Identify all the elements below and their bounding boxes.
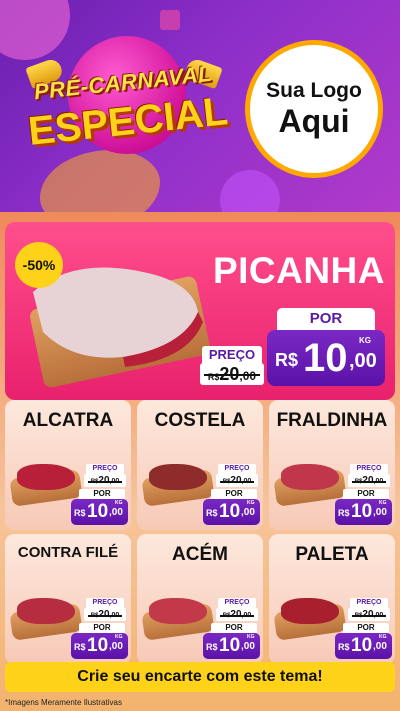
preco-label: PREÇO [86, 598, 124, 608]
price-currency: R$ [338, 508, 350, 518]
strikethrough-line [220, 480, 254, 483]
preco-label: PREÇO [218, 598, 256, 608]
product-name: CONTRA FILÉ [17, 544, 119, 561]
price-currency: R$ [74, 642, 86, 652]
price-decimals: ,00 [373, 507, 387, 518]
product-price: R$ 10,00 KG [71, 633, 128, 659]
offers-area: -50% PICANHA POR R$ 10 ,00 KG PREÇO R$20… [0, 212, 400, 711]
streamer-decoration [160, 10, 180, 30]
featured-price: R$ 10 ,00 KG [267, 330, 385, 386]
price-unit: KG [379, 634, 387, 640]
old-price: R$20,00 [200, 363, 264, 385]
strikethrough-line [88, 614, 122, 617]
price-unit: KG [379, 500, 387, 506]
price-decimals: ,00 [373, 641, 387, 652]
disclaimer-text: *Imagens Meramente Ilustrativas [5, 698, 122, 707]
product-card: ALCATRAPREÇOR$20,00PORR$10,00KG [5, 400, 131, 530]
old-price: R$20,00 [348, 608, 390, 621]
product-price: R$ 10,00 KG [203, 499, 260, 525]
strikethrough-line [220, 614, 254, 617]
product-name: ACÉM [172, 544, 228, 565]
price-integer: 10 [351, 635, 373, 656]
por-label: POR [343, 623, 389, 633]
price-currency: R$ [74, 508, 86, 518]
old-price: R$20,00 [216, 608, 258, 621]
strikethrough-line [88, 480, 122, 483]
product-name: ALCATRA [22, 410, 114, 431]
meat-image [149, 598, 207, 624]
strikethrough-line [204, 374, 260, 376]
confetti-decoration [220, 170, 280, 212]
product-price: R$ 10,00 KG [71, 499, 128, 525]
price-unit: KG [115, 634, 123, 640]
price-decimals: ,00 [349, 350, 377, 372]
price-unit: KG [115, 500, 123, 506]
price-integer: 10 [303, 336, 348, 380]
por-label: POR [211, 489, 257, 499]
strikethrough-line [352, 614, 386, 617]
por-label: POR [211, 623, 257, 633]
price-currency: R$ [206, 508, 218, 518]
old-price: R$20,00 [84, 608, 126, 621]
price-decimals: ,00 [241, 507, 255, 518]
price-decimals: ,00 [241, 641, 255, 652]
product-price: R$ 10,00 KG [335, 499, 392, 525]
product-card: FRALDINHAPREÇOR$20,00PORR$10,00KG [269, 400, 395, 530]
product-card: COSTELAPREÇOR$20,00PORR$10,00KG [137, 400, 263, 530]
meat-image [149, 464, 207, 490]
price-integer: 10 [351, 501, 373, 522]
cta-banner: Crie seu encarte com este tema! [5, 662, 395, 692]
old-price: R$20,00 [348, 474, 390, 487]
price-integer: 10 [219, 501, 241, 522]
product-name: COSTELA [154, 410, 246, 431]
por-label: POR [343, 489, 389, 499]
product-card: CONTRA FILÉPREÇOR$20,00PORR$10,00KG [5, 534, 131, 664]
price-decimals: ,00 [109, 641, 123, 652]
preco-label: PREÇO [350, 598, 388, 608]
price-integer: 10 [87, 501, 109, 522]
featured-product-name: PICANHA [212, 250, 385, 291]
price-integer: 10 [219, 635, 241, 656]
title-badge: PRÉ-CARNAVAL ESPECIAL [25, 30, 230, 180]
old-price: R$20,00 [216, 474, 258, 487]
product-card: PALETAPREÇOR$20,00PORR$10,00KG [269, 534, 395, 664]
price-integer: 10 [87, 635, 109, 656]
preco-label: PREÇO [350, 464, 388, 474]
price-decimals: ,00 [109, 507, 123, 518]
preco-label: PREÇO [218, 464, 256, 474]
preco-label: PREÇO [86, 464, 124, 474]
por-label: POR [79, 489, 125, 499]
header-banner: PRÉ-CARNAVAL ESPECIAL Sua Logo Aqui [0, 0, 400, 212]
meat-image [17, 598, 75, 624]
discount-badge: -50% [15, 242, 63, 288]
old-price-decimals: ,00 [239, 369, 257, 383]
product-price: R$ 10,00 KG [335, 633, 392, 659]
price-unit: KG [247, 500, 255, 506]
por-label: POR [79, 623, 125, 633]
meat-image [17, 464, 75, 490]
meat-image [281, 464, 339, 490]
price-unit: KG [359, 336, 371, 345]
logo-placeholder: Sua Logo Aqui [245, 40, 383, 178]
logo-text-line2: Aqui [278, 103, 350, 139]
price-currency: R$ [206, 642, 218, 652]
featured-offer-card: -50% PICANHA POR R$ 10 ,00 KG PREÇO R$20… [5, 222, 395, 400]
old-price: R$20,00 [84, 474, 126, 487]
preco-label: PREÇO [202, 346, 262, 363]
por-label: POR [277, 308, 375, 330]
product-card: ACÉMPREÇOR$20,00PORR$10,00KG [137, 534, 263, 664]
product-name: PALETA [295, 544, 369, 565]
product-price: R$ 10,00 KG [203, 633, 260, 659]
product-name: FRALDINHA [276, 410, 388, 431]
price-unit: KG [247, 634, 255, 640]
price-currency: R$ [338, 642, 350, 652]
meat-image [281, 598, 339, 624]
logo-text-line1: Sua Logo [266, 79, 362, 102]
strikethrough-line [352, 480, 386, 483]
price-currency: R$ [275, 350, 299, 370]
